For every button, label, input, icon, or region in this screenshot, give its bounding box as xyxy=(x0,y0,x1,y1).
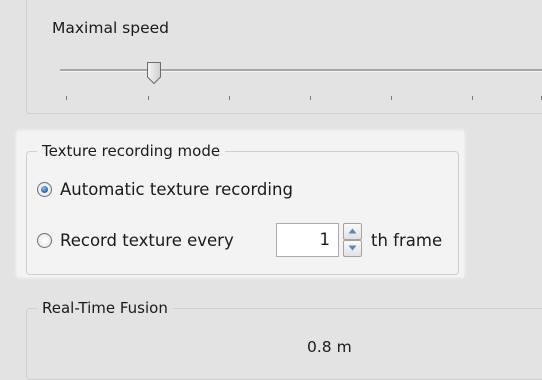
spin-down-button[interactable] xyxy=(343,240,362,257)
fusion-distance-value: 0.8 m xyxy=(307,338,352,356)
real-time-fusion-title: Real-Time Fusion xyxy=(37,299,173,317)
frame-count-spinner[interactable] xyxy=(343,223,362,257)
frame-suffix-label: th frame xyxy=(371,231,443,250)
slider-tick xyxy=(229,96,230,100)
automatic-texture-radio[interactable] xyxy=(37,182,52,197)
maximal-speed-label: Maximal speed xyxy=(52,19,170,37)
maximal-speed-slider[interactable] xyxy=(56,61,542,101)
record-every-option[interactable]: Record texture every xyxy=(37,231,234,250)
slider-track[interactable] xyxy=(60,69,542,72)
record-every-label: Record texture every xyxy=(60,231,234,250)
texture-recording-group: Texture recording mode xyxy=(26,142,459,275)
automatic-texture-label: Automatic texture recording xyxy=(60,180,293,199)
slider-tick xyxy=(66,96,67,100)
spin-up-button[interactable] xyxy=(343,223,362,240)
slider-thumb[interactable] xyxy=(145,61,163,85)
texture-recording-title: Texture recording mode xyxy=(37,142,226,160)
slider-tick xyxy=(472,96,473,100)
automatic-texture-option[interactable]: Automatic texture recording xyxy=(37,180,293,199)
frame-count-input[interactable]: 1 xyxy=(276,223,339,257)
slider-tick xyxy=(391,96,392,100)
record-every-radio[interactable] xyxy=(37,233,52,248)
arrow-up-icon xyxy=(348,228,357,234)
texture-highlight-panel: Texture recording mode xyxy=(17,131,464,277)
slider-tick xyxy=(148,96,149,100)
slider-tick xyxy=(310,96,311,100)
arrow-down-icon xyxy=(348,245,357,251)
real-time-fusion-group: Real-Time Fusion xyxy=(26,299,542,380)
